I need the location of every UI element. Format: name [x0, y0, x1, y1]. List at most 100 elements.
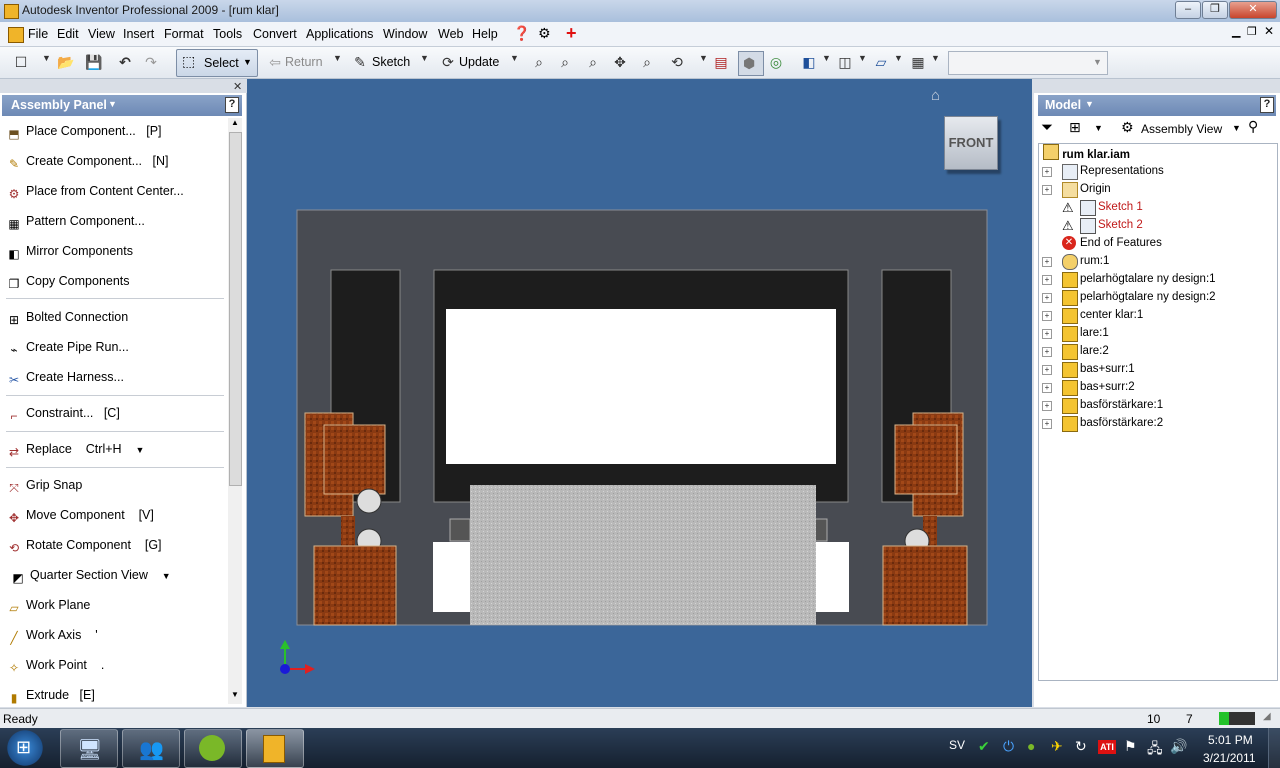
open-icon[interactable]: 📂: [57, 54, 74, 70]
zoom-icon[interactable]: ⌕: [585, 54, 601, 70]
zoom-window-icon[interactable]: ⌕: [557, 54, 573, 70]
update-icon[interactable]: ⟳: [440, 54, 456, 70]
expand-icon[interactable]: +: [1042, 383, 1052, 393]
expand-icon[interactable]: +: [1042, 311, 1052, 321]
place-content-center-item[interactable]: ⚙ Place from Content Center...: [6, 180, 184, 202]
shadow-icon[interactable]: ◎: [768, 54, 784, 70]
filter-icon[interactable]: ⏷: [1041, 119, 1053, 136]
menu-convert[interactable]: Convert: [253, 27, 297, 41]
tray-spotify-icon[interactable]: ●: [1027, 738, 1035, 754]
menu-tools[interactable]: Tools: [213, 27, 242, 41]
taskbar-spotify-button[interactable]: [184, 729, 242, 768]
rotate-component-item[interactable]: ⟲ Rotate Component [G]: [6, 534, 162, 556]
taskbar-inventor-button[interactable]: [246, 729, 304, 768]
camera-dropdown-icon[interactable]: ▼: [858, 53, 867, 63]
grid-dropdown-icon[interactable]: ▼: [931, 53, 940, 63]
menu-file[interactable]: File: [28, 27, 48, 41]
help-icon[interactable]: ❓: [513, 25, 530, 42]
bolted-connection-item[interactable]: ⊞ Bolted Connection: [6, 306, 128, 328]
scroll-thumb[interactable]: [229, 132, 242, 486]
expand-icon[interactable]: +: [1042, 329, 1052, 339]
expand-icon[interactable]: +: [1042, 275, 1052, 285]
extrude-item[interactable]: ▮ Extrude [E]: [6, 684, 95, 706]
expand-icon[interactable]: +: [1042, 185, 1052, 195]
update-dropdown-icon[interactable]: ▼: [510, 53, 519, 63]
expand-icon[interactable]: +: [1042, 167, 1052, 177]
grip-snap-item[interactable]: ⤧ Grip Snap: [6, 474, 82, 496]
return-button[interactable]: Return: [285, 52, 323, 72]
replace-item[interactable]: ⇄ Replace Ctrl+H ▼: [6, 438, 144, 460]
maximize-button[interactable]: ❐: [1202, 1, 1228, 19]
new-dropdown-icon[interactable]: ▼: [42, 53, 51, 63]
grid-icon[interactable]: ▦: [910, 54, 926, 70]
pattern-component-item[interactable]: ▦ Pattern Component...: [6, 210, 145, 232]
zoom-all-icon[interactable]: ⌕: [531, 54, 547, 70]
show-desktop-button[interactable]: [1268, 728, 1280, 768]
select-dropdown-icon[interactable]: ▼: [243, 57, 252, 67]
assembly-view-label[interactable]: Assembly View: [1141, 122, 1222, 136]
menu-edit[interactable]: Edit: [57, 27, 79, 41]
view-dropdown-icon[interactable]: ▼: [822, 53, 831, 63]
save-icon[interactable]: 💾: [85, 54, 102, 70]
taskbar-computer-button[interactable]: 🖥: [60, 729, 118, 768]
menu-applications[interactable]: Applications: [306, 27, 373, 41]
menu-window[interactable]: Window: [383, 27, 427, 41]
start-button[interactable]: ⊞: [4, 728, 46, 768]
expand-icon[interactable]: +: [1042, 257, 1052, 267]
view-cube-icon[interactable]: ◧: [801, 54, 817, 70]
orbit-dropdown-icon[interactable]: ▼: [699, 53, 708, 63]
graphics-viewport[interactable]: ⌂ FRONT: [247, 79, 1032, 707]
work-plane-item[interactable]: ▱ Work Plane: [6, 594, 90, 616]
menu-insert[interactable]: Insert: [123, 27, 154, 41]
menu-view[interactable]: View: [88, 27, 115, 41]
doc-minimize-button[interactable]: ▁: [1232, 25, 1240, 38]
combo-dropdown-icon[interactable]: ▼: [1093, 57, 1102, 67]
close-button[interactable]: ✕: [1229, 1, 1277, 19]
sketch-button[interactable]: Sketch: [372, 52, 410, 72]
panel-dropdown-icon[interactable]: ▼: [108, 99, 117, 109]
viewcube-front[interactable]: FRONT: [944, 116, 998, 170]
panel-help-icon[interactable]: ?: [225, 97, 239, 113]
language-indicator[interactable]: SV: [949, 738, 965, 752]
scroll-up-icon[interactable]: ▲: [231, 118, 239, 127]
taskbar-messenger-button[interactable]: 👥: [122, 729, 180, 768]
constraint-item[interactable]: ⌐ Constraint... [C]: [6, 402, 119, 424]
expand-icon[interactable]: +: [1042, 347, 1052, 357]
tray-volume-icon[interactable]: 🔊: [1170, 738, 1187, 755]
work-axis-item[interactable]: ╱ Work Axis ': [6, 624, 97, 646]
select-button[interactable]: ⬚ Select ▼: [176, 49, 258, 77]
update-button[interactable]: Update: [459, 52, 499, 72]
find-icon[interactable]: ⚲: [1248, 118, 1258, 135]
expand-icon[interactable]: +: [1042, 419, 1052, 429]
replace-dropdown-icon[interactable]: ▼: [135, 445, 144, 455]
create-pipe-run-item[interactable]: ⌁ Create Pipe Run...: [6, 336, 128, 358]
material-combo[interactable]: ▼: [948, 51, 1108, 75]
shaded-display-button[interactable]: ⬢: [738, 51, 764, 76]
tree-options-icon[interactable]: ⊞: [1069, 119, 1081, 136]
redo-icon[interactable]: ↷: [143, 54, 159, 70]
return-dropdown-icon[interactable]: ▼: [333, 53, 342, 63]
panel-scrollbar[interactable]: ▲ ▼: [228, 118, 242, 704]
home-view-icon[interactable]: ⌂: [931, 87, 940, 104]
doc-icon[interactable]: [8, 27, 24, 43]
tray-power-icon[interactable]: ⏻: [1003, 738, 1014, 755]
assembly-panel-header[interactable]: Assembly Panel ▼ ?: [2, 95, 242, 116]
clock-time[interactable]: 5:01 PM: [1208, 733, 1253, 747]
camera-icon[interactable]: ◫: [837, 54, 853, 70]
tree-root[interactable]: rum klar.iam: [1043, 144, 1130, 162]
view-dropdown-icon[interactable]: ▼: [1232, 123, 1241, 133]
menu-web[interactable]: Web: [438, 27, 463, 41]
copy-components-item[interactable]: ❐ Copy Components: [6, 270, 130, 292]
quarter-section-view-item[interactable]: ◩ Quarter Section View ▼: [6, 564, 171, 586]
menu-help[interactable]: Help: [472, 27, 498, 41]
expand-icon[interactable]: +: [1042, 365, 1052, 375]
doc-close-button[interactable]: ✕: [1264, 24, 1274, 38]
new-icon[interactable]: ☐: [13, 54, 29, 70]
orbit-icon[interactable]: ⟲: [669, 54, 685, 70]
section-dropdown-icon[interactable]: ▼: [162, 571, 171, 581]
expand-icon[interactable]: +: [1042, 293, 1052, 303]
tray-plane-icon[interactable]: ✈: [1051, 738, 1063, 755]
panel-close-icon[interactable]: ✕: [233, 80, 242, 93]
tray-torrent-icon[interactable]: ↻: [1075, 738, 1087, 755]
model-dropdown-icon[interactable]: ▼: [1085, 99, 1094, 109]
